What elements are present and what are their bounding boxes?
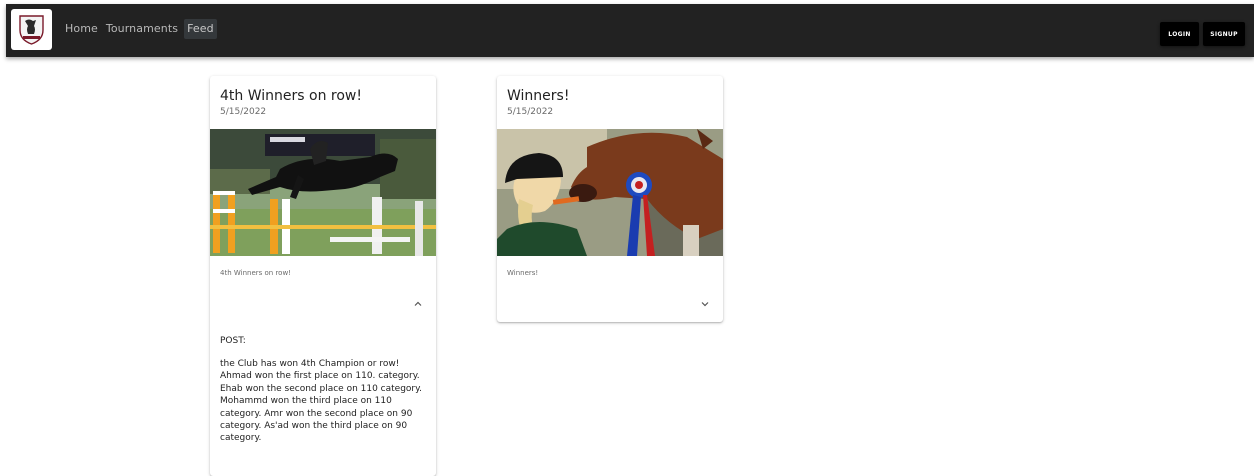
app-bar: Home Tournaments Feed (6, 4, 1254, 57)
post-title: 4th Winners on row! (220, 88, 362, 104)
post-image-show-jumping (210, 129, 436, 256)
post-content-body: the Club has won 4th Champion or row! Ah… (220, 359, 423, 444)
post-date: 5/15/2022 (220, 107, 267, 117)
post-summary: 4th Winners on row! (220, 269, 291, 277)
post-date: 5/15/2022 (507, 107, 554, 117)
post-summary: Winners! (507, 269, 539, 277)
login-button[interactable]: LOGIN (1160, 22, 1199, 46)
signup-button[interactable]: SIGNUP (1203, 22, 1245, 46)
chevron-down-icon[interactable] (699, 298, 711, 310)
post-title: Winners! (507, 88, 570, 104)
club-logo[interactable] (11, 9, 52, 50)
nav-tournaments[interactable]: Tournaments (104, 19, 180, 39)
post-content-label: POST: (220, 336, 246, 346)
nav-home[interactable]: Home (63, 19, 100, 39)
post-card: Winners! 5/15/2022 Winners! (497, 76, 723, 322)
post-card: 4th Winners on row! 5/15/2022 4th Winner (210, 76, 436, 476)
nav-feed[interactable]: Feed (184, 19, 217, 39)
chevron-up-icon[interactable] (412, 298, 424, 310)
post-image-rider-with-horse (497, 129, 723, 256)
main-nav: Home Tournaments Feed (63, 19, 221, 39)
